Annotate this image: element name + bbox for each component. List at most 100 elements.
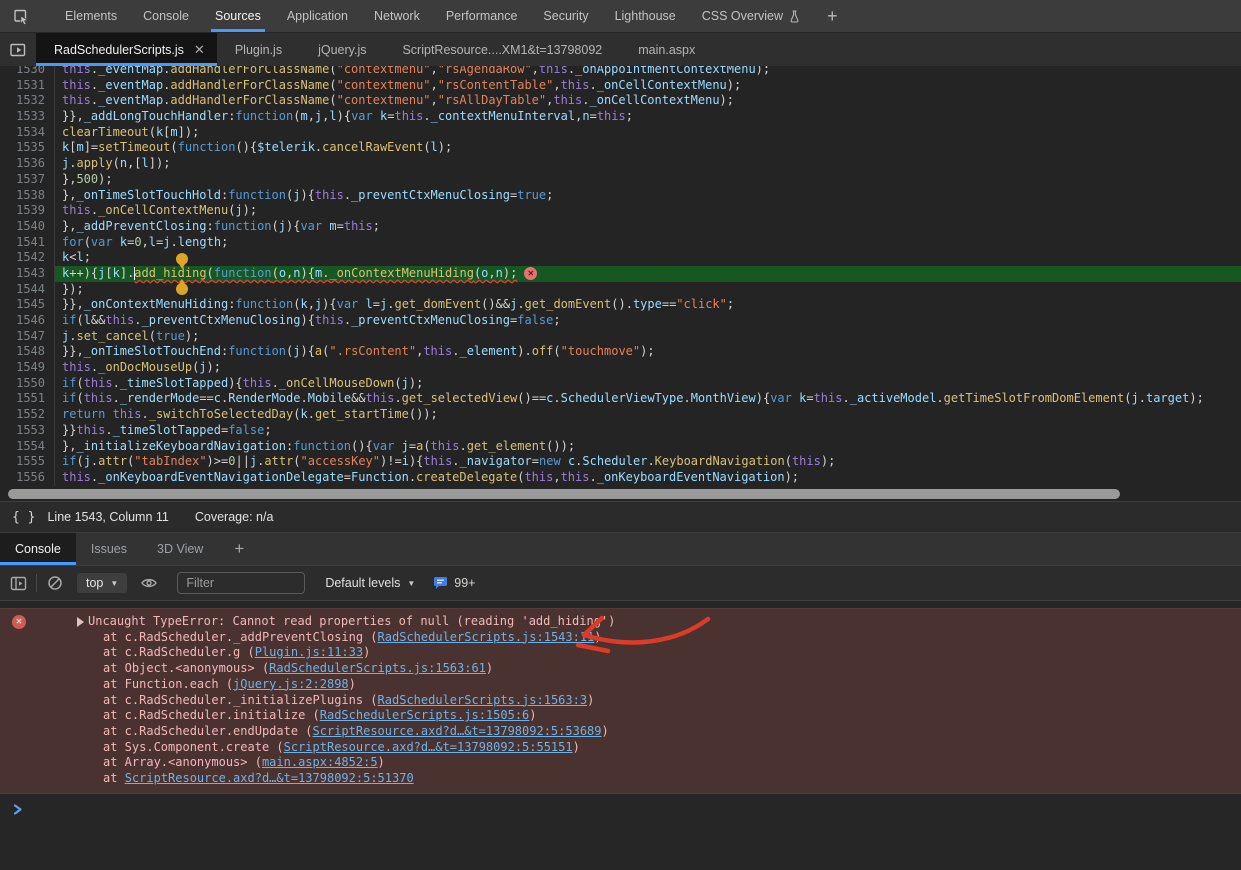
line-number[interactable]: 1545	[0, 297, 55, 313]
selection-handle-bottom[interactable]	[176, 283, 188, 295]
line-number[interactable]: 1546	[0, 313, 55, 329]
code-line[interactable]: 1535k[m]=setTimeout(function(){$telerik.…	[0, 140, 1241, 156]
tab-network[interactable]: Network	[361, 0, 433, 32]
file-tab[interactable]: RadSchedulerScripts.js	[36, 33, 217, 66]
line-number[interactable]: 1552	[0, 407, 55, 423]
line-number[interactable]: 1549	[0, 360, 55, 376]
code-line[interactable]: 1554},_initializeKeyboardNavigation:func…	[0, 439, 1241, 455]
code-line[interactable]: 1534clearTimeout(k[m]);	[0, 125, 1241, 141]
line-number[interactable]: 1538	[0, 188, 55, 204]
file-tab[interactable]: ScriptResource....XM1&t=13798092	[384, 33, 620, 66]
scrollbar-thumb[interactable]	[8, 489, 1120, 499]
tab-application[interactable]: Application	[274, 0, 361, 32]
stack-link[interactable]: jQuery.js:2:2898	[233, 677, 349, 691]
drawer-tab-issues[interactable]: Issues	[76, 533, 142, 565]
line-number[interactable]: 1548	[0, 344, 55, 360]
line-number[interactable]: 1535	[0, 140, 55, 156]
code-line[interactable]: 1533}},_addLongTouchHandler:function(m,j…	[0, 109, 1241, 125]
line-number[interactable]: 1556	[0, 470, 55, 486]
line-number[interactable]: 1530	[0, 66, 55, 78]
line-number[interactable]: 1537	[0, 172, 55, 188]
stack-link[interactable]: ScriptResource.axd?d…&t=13798092:5:51370	[125, 771, 414, 785]
add-drawer-tab-button[interactable]: +	[218, 533, 260, 565]
line-number[interactable]: 1551	[0, 391, 55, 407]
code-line[interactable]: 1539this._onCellContextMenu(j);	[0, 203, 1241, 219]
stack-link[interactable]: main.aspx:4852:5	[262, 755, 378, 769]
line-number[interactable]: 1544	[0, 282, 55, 298]
code-line[interactable]: 1540},_addPreventClosing:function(j){var…	[0, 219, 1241, 235]
toggle-device-toolbar-icon[interactable]	[4, 7, 38, 26]
live-expression-eye-icon[interactable]	[135, 571, 163, 595]
tab-elements[interactable]: Elements	[52, 0, 130, 32]
line-number[interactable]: 1539	[0, 203, 55, 219]
code-text: },500);	[55, 172, 1241, 188]
more-tabs-button[interactable]: +	[813, 6, 852, 27]
javascript-context-dropdown[interactable]: top ▼	[77, 573, 127, 593]
devtools-window: ElementsConsoleSourcesApplicationNetwork…	[0, 0, 1241, 870]
code-line[interactable]: 1541for(var k=0,l=j.length;	[0, 235, 1241, 251]
code-line[interactable]: 1531this._eventMap.addHandlerForClassNam…	[0, 78, 1241, 94]
line-number[interactable]: 1543	[0, 266, 55, 282]
code-line[interactable]: 1532this._eventMap.addHandlerForClassNam…	[0, 93, 1241, 109]
stack-link[interactable]: ScriptResource.axd?d…&t=13798092:5:53689	[313, 724, 602, 738]
stack-link[interactable]: RadSchedulerScripts.js:1543:11	[378, 630, 595, 644]
code-line[interactable]: 1555if(j.attr("tabIndex")>=0||j.attr("ac…	[0, 454, 1241, 470]
code-line[interactable]: 1538},_onTimeSlotTouchHold:function(j){t…	[0, 188, 1241, 204]
file-tab[interactable]: jQuery.js	[300, 33, 384, 66]
line-number[interactable]: 1554	[0, 439, 55, 455]
stack-link[interactable]: RadSchedulerScripts.js:1563:3	[378, 693, 588, 707]
line-number[interactable]: 1555	[0, 454, 55, 470]
close-icon[interactable]	[194, 43, 205, 56]
code-line[interactable]: 1536j.apply(n,[l]);	[0, 156, 1241, 172]
code-line[interactable]: 1550if(this._timeSlotTapped){this._onCel…	[0, 376, 1241, 392]
code-line[interactable]: 1546if(l&&this._preventCtxMenuClosing){t…	[0, 313, 1241, 329]
code-line[interactable]: 1556this._onKeyboardEventNavigationDeleg…	[0, 470, 1241, 486]
code-line[interactable]: 1547j.set_cancel(true);	[0, 329, 1241, 345]
stack-link[interactable]: ScriptResource.axd?d…&t=13798092:5:55151	[284, 740, 573, 754]
selection-handle-top[interactable]	[176, 253, 188, 265]
drawer-tab-console[interactable]: Console	[0, 533, 76, 565]
tab-css-overview[interactable]: CSS Overview	[689, 0, 813, 32]
file-tab-label: ScriptResource....XM1&t=13798092	[402, 43, 602, 57]
show-console-sidebar-icon[interactable]	[4, 571, 32, 595]
console-prompt[interactable]	[0, 802, 1241, 818]
line-number[interactable]: 1532	[0, 93, 55, 109]
line-number[interactable]: 1534	[0, 125, 55, 141]
stack-link[interactable]: RadSchedulerScripts.js:1505:6	[320, 708, 530, 722]
line-number[interactable]: 1541	[0, 235, 55, 251]
issues-counter[interactable]: 99+	[433, 576, 475, 590]
code-line[interactable]: 1549this._onDocMouseUp(j);	[0, 360, 1241, 376]
code-line[interactable]: 1548}},_onTimeSlotTouchEnd:function(j){a…	[0, 344, 1241, 360]
code-line[interactable]: 1551if(this._renderMode==c.RenderMode.Mo…	[0, 391, 1241, 407]
tab-performance[interactable]: Performance	[433, 0, 531, 32]
clear-console-icon[interactable]	[41, 571, 69, 595]
line-number[interactable]: 1542	[0, 250, 55, 266]
expand-triangle-icon[interactable]	[77, 617, 84, 627]
code-line[interactable]: 1537},500);	[0, 172, 1241, 188]
file-tab[interactable]: Plugin.js	[217, 33, 300, 66]
tab-security[interactable]: Security	[530, 0, 601, 32]
log-levels-dropdown[interactable]: Default levels ▼	[325, 576, 415, 590]
code-line[interactable]: 1552return this._switchToSelectedDay(k.g…	[0, 407, 1241, 423]
stack-link[interactable]: Plugin.js:11:33	[255, 645, 363, 659]
line-number[interactable]: 1533	[0, 109, 55, 125]
code-line[interactable]: 1545}},_onContextMenuHiding:function(k,j…	[0, 297, 1241, 313]
tab-sources[interactable]: Sources	[202, 0, 274, 32]
drawer-tab-3d-view[interactable]: 3D View	[142, 533, 218, 565]
pretty-print-button[interactable]: { }	[0, 510, 47, 525]
line-number[interactable]: 1531	[0, 78, 55, 94]
file-tab[interactable]: main.aspx	[620, 33, 713, 66]
code-line[interactable]: 1543k++){j[k].add_hiding(function(o,n){m…	[0, 266, 1241, 282]
stack-link[interactable]: RadSchedulerScripts.js:1563:61	[269, 661, 486, 675]
tab-lighthouse[interactable]: Lighthouse	[602, 0, 689, 32]
show-navigator-icon[interactable]	[0, 33, 36, 66]
line-number[interactable]: 1547	[0, 329, 55, 345]
line-number[interactable]: 1553	[0, 423, 55, 439]
tab-console[interactable]: Console	[130, 0, 202, 32]
code-line[interactable]: 1553}}this._timeSlotTapped=false;	[0, 423, 1241, 439]
line-number[interactable]: 1536	[0, 156, 55, 172]
line-number[interactable]: 1550	[0, 376, 55, 392]
filter-input[interactable]	[177, 572, 305, 594]
line-number[interactable]: 1540	[0, 219, 55, 235]
code-line[interactable]: 1530this._eventMap.addHandlerForClassNam…	[0, 66, 1241, 78]
